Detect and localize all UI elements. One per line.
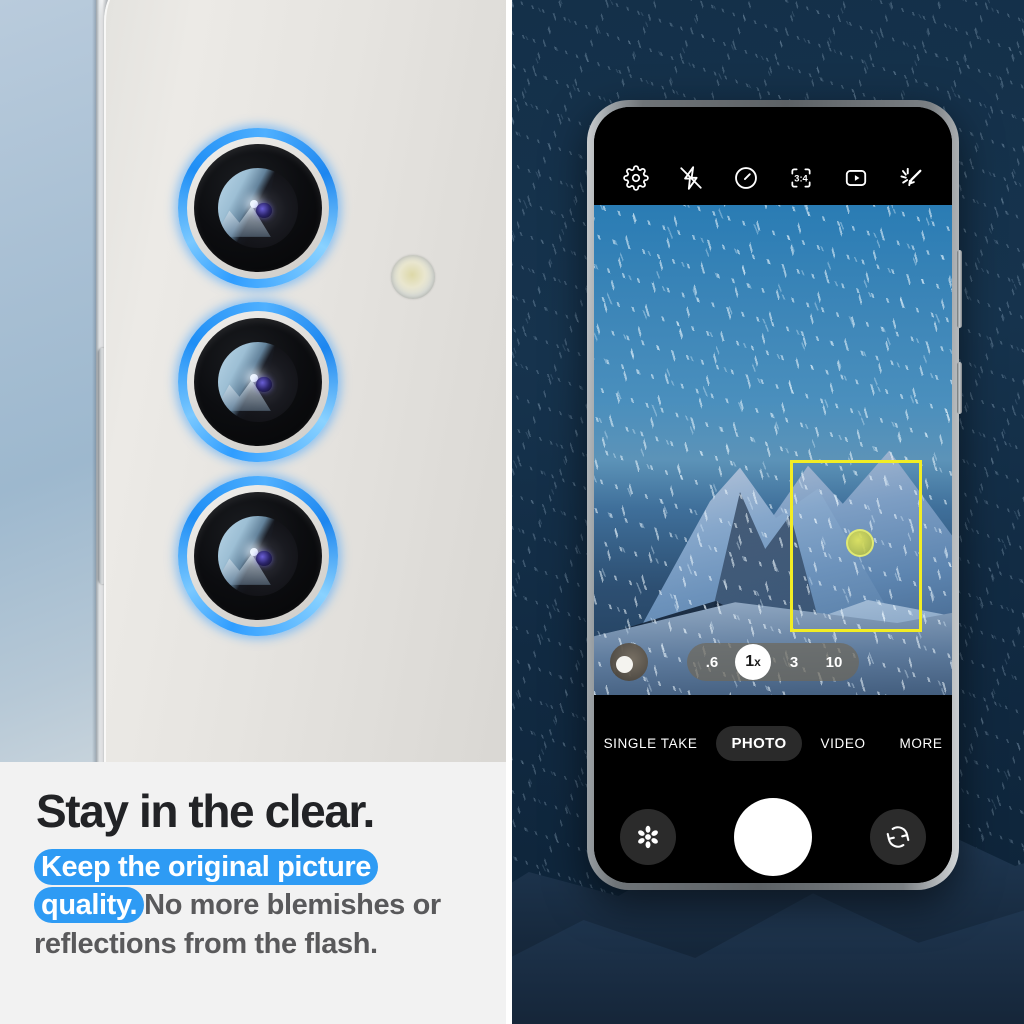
settings-icon[interactable] [622,165,649,191]
filters-icon[interactable] [898,165,924,191]
zoom-option-0[interactable]: .6 [695,647,729,677]
highlight-phrase-1: Keep the original picture [34,849,378,885]
camera-lens-1 [178,128,338,288]
lens-glass [218,168,298,248]
camera-lens-2 [178,302,338,462]
svg-text:3:4: 3:4 [794,174,808,184]
aspect-ratio-icon[interactable]: 3:4 [788,165,814,191]
lens-aperture [256,377,272,393]
marketing-text-panel: Stay in the clear. Keep the original pic… [0,762,506,1024]
lens-glass [218,516,298,596]
zoom-option-1-suffix: x [754,655,761,669]
lens-aperture [256,203,272,219]
zoom-option-1-value: 1 [745,653,755,670]
lens-glass [218,342,298,422]
flash-led-icon [391,255,435,299]
camera-lens-3 [178,476,338,636]
camera-mode-selector: SINGLE TAKE PHOTO VIDEO MORE [594,695,952,791]
lens-aperture [256,551,272,567]
page-title: Stay in the clear. [36,785,375,837]
flash-off-icon[interactable] [678,165,704,191]
exposure-dot-icon[interactable] [846,529,874,557]
mode-more[interactable]: MORE [885,727,952,760]
camera-flip-icon [886,826,910,848]
timer-icon[interactable] [733,165,759,191]
zoom-option-1[interactable]: 1x [735,644,771,680]
camera-top-toolbar: 3:4 [594,107,952,205]
smartphone-device: 3:4 .6 1 x 3 10 SINGLE TAKE PHOTO VIDEO … [587,100,962,890]
zoom-option-3[interactable]: 10 [817,647,851,677]
shutter-button[interactable] [734,798,812,876]
camera-controls-row [594,791,952,883]
zoom-level-selector[interactable]: .6 1x 3 10 [687,643,859,681]
motion-photo-icon[interactable] [843,165,869,191]
marketing-subcopy: Keep the original picture quality. No mor… [34,848,486,963]
effects-button[interactable] [620,809,676,865]
power-button[interactable] [957,362,962,414]
mode-video[interactable]: VIDEO [806,727,881,760]
left-product-photo [0,0,506,762]
camera-viewfinder[interactable]: .6 1x 3 10 [594,205,952,695]
promo-image-root: Stay in the clear. Keep the original pic… [0,0,1024,1024]
switch-camera-button[interactable] [870,809,926,865]
subcopy-rest-line-1: No more blemishes [144,889,405,922]
mode-single-take[interactable]: SINGLE TAKE [594,727,712,760]
volume-button[interactable] [957,250,962,328]
flower-icon [638,825,658,849]
phone-screen: 3:4 .6 1 x 3 10 SINGLE TAKE PHOTO VIDEO … [594,107,952,883]
zoom-option-2[interactable]: 3 [777,647,811,677]
highlight-phrase-2: quality. [34,887,145,924]
right-lifestyle-photo: 3:4 .6 1 x 3 10 SINGLE TAKE PHOTO VIDEO … [512,0,1024,1024]
mode-photo[interactable]: PHOTO [716,725,802,761]
gallery-thumbnail[interactable] [610,643,648,681]
